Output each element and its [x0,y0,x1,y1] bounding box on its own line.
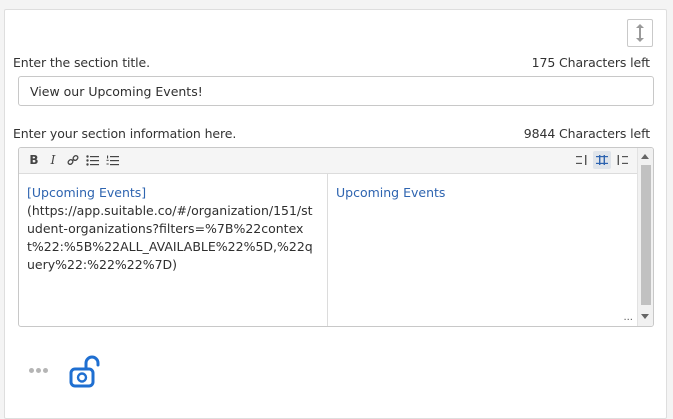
resize-vertical-icon [636,24,644,42]
split-view-button[interactable] [593,151,611,169]
resize-grip-icon[interactable]: ··· [623,315,633,326]
link-button[interactable] [64,151,82,169]
editor-only-button[interactable] [573,151,591,169]
title-field-label: Enter the section title. [13,55,151,70]
more-options-icon[interactable] [29,368,48,373]
markdown-preview-pane: Upcoming Events [328,174,639,326]
scroll-up-icon[interactable] [641,154,649,159]
markdown-editor: B I [Upcoming Events] (https://app.suita… [18,147,654,327]
section-title-input[interactable] [18,76,654,106]
info-chars-left: 9844 Characters left [523,126,650,141]
preview-only-button[interactable] [613,151,631,169]
editor-only-icon [576,155,587,165]
scroll-down-icon[interactable] [641,314,649,319]
italic-icon: I [50,153,56,167]
link-icon [67,154,79,166]
bold-icon: B [29,153,39,167]
italic-button[interactable]: I [44,151,62,169]
title-chars-left: 175 Characters left [531,55,650,70]
preview-link[interactable]: Upcoming Events [336,185,445,200]
info-label-row: Enter your section information here. 984… [13,126,650,141]
numbered-list-button[interactable] [103,151,121,169]
markdown-link-url: (https://app.suitable.co/#/organization/… [27,203,313,272]
markdown-link-text: [Upcoming Events] [27,185,147,200]
editor-scrollbar[interactable] [637,148,653,326]
editor-toolbar: B I [19,148,639,174]
resize-vertical-button[interactable] [627,19,653,47]
bullet-list-icon [85,154,99,166]
title-label-row: Enter the section title. 175 Characters … [13,55,650,70]
preview-only-icon [617,155,628,165]
markdown-source-pane[interactable]: [Upcoming Events] (https://app.suitable.… [19,174,328,326]
scroll-thumb[interactable] [641,165,651,305]
bullet-list-button[interactable] [83,151,101,169]
numbered-list-icon [106,155,119,165]
info-field-label: Enter your section information here. [13,126,237,141]
split-view-icon [596,155,608,165]
bold-button[interactable]: B [25,151,43,169]
unlock-icon[interactable] [68,355,102,389]
